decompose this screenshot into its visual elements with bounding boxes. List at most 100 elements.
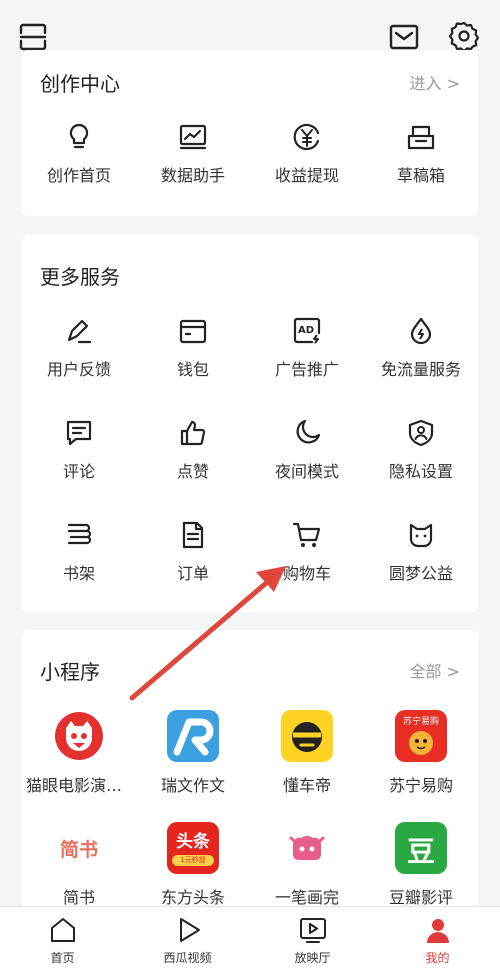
pen-icon [67,319,92,344]
data-assistant-button[interactable]: 数据助手 [136,122,250,186]
drafts-label: 草稿箱 [396,166,445,185]
tab-home[interactable]: 首页 [0,907,125,977]
orders-button[interactable]: 订单 [136,520,250,584]
yuan-icon [293,123,320,151]
suning-logo-icon: 苏宁易购 [395,710,447,762]
dongchedi-logo-icon [281,710,333,762]
scan-icon[interactable] [18,22,48,52]
more-services-card: 更多服务 用户反馈 钱包 AD 广告推广 免流量服务 评论 点赞 夜间模式 隐私… [22,234,478,612]
comments-label: 评论 [62,462,95,481]
creator-home-button[interactable]: 创作首页 [22,122,136,186]
charity-button[interactable]: 圆梦公益 [364,520,478,584]
dongchedi-label: 懂车帝 [282,776,331,795]
dongchedi-app[interactable]: 懂车帝 [250,710,364,796]
creator-center-card: 创作中心 进入 > 创作首页 数据助手 收益提现 草稿箱 [22,50,478,216]
moon-icon [296,419,321,444]
gear-icon[interactable] [448,20,480,52]
shopping-cart-button[interactable]: 购物车 [250,520,364,584]
creator-home-label: 创作首页 [46,166,111,185]
likes-button[interactable]: 点赞 [136,418,250,482]
douban-tile-text: 豆 [406,835,435,868]
wallet-label: 钱包 [176,360,209,379]
tab-mine-label: 我的 [425,951,450,965]
privacy-settings-label: 隐私设置 [388,462,453,481]
tab-home-label: 首页 [50,951,75,965]
tab-mine[interactable]: 我的 [375,907,500,977]
svg-text:AD: AD [298,325,314,336]
data-assistant-label: 数据助手 [160,166,225,185]
book-icon [67,523,92,545]
cat-icon [409,523,433,548]
shopping-cart-label: 购物车 [282,564,331,583]
free-data-service-label: 免流量服务 [380,360,461,379]
earnings-withdraw-label: 收益提现 [274,166,339,185]
orders-label: 订单 [176,564,209,583]
douban-label: 豆瓣影评 [388,888,453,907]
jianshu-app[interactable]: 简书 简书 [22,822,136,908]
tab-xigua-video[interactable]: 西瓜视频 [125,907,250,977]
yibihuawan-logo-icon [281,822,333,874]
drafts-button[interactable]: 草稿箱 [364,122,478,186]
charity-label: 圆梦公益 [388,564,453,583]
jianshu-logo-icon: 简书 [53,822,105,874]
yibihuawan-label: 一笔画完 [274,888,339,907]
dongfang-tile-text: 头条 [176,832,210,852]
mini-programs-card: 小程序 全部 > 猫眼电影演出赛事 瑞文作文 懂车帝 苏宁易购 苏宁易购 简书 … [22,630,478,908]
dongfang-logo-icon: 头条 1元秒提 [167,822,219,874]
wallet-button[interactable]: 钱包 [136,316,250,380]
suning-app[interactable]: 苏宁易购 苏宁易购 [364,710,478,796]
user-icon [426,919,449,943]
home-icon [50,918,75,942]
mail-icon[interactable] [389,22,419,52]
maoyan-logo-icon [53,710,105,762]
tab-xigua-video-label: 西瓜视频 [163,951,212,965]
mini-programs-all-link[interactable]: 全部 > [410,658,461,682]
user-feedback-button[interactable]: 用户反馈 [22,316,136,380]
mini-programs-title: 小程序 [40,660,100,684]
maoyan-app[interactable]: 猫眼电影演出赛事 [22,710,136,796]
suning-label: 苏宁易购 [388,776,453,795]
free-data-service-button[interactable]: 免流量服务 [364,316,478,380]
ad-promotion-button[interactable]: AD 广告推广 [250,316,364,380]
thumb-icon [180,420,206,446]
drafts-icon [407,125,435,150]
night-mode-label: 夜间模式 [274,462,339,481]
chart-icon [179,124,207,150]
bookshelf-label: 书架 [62,564,95,583]
bookshelf-button[interactable]: 书架 [22,520,136,584]
user-feedback-label: 用户反馈 [46,360,111,379]
tab-cinema-label: 放映厅 [294,951,331,965]
douban-logo-icon: 豆 [395,822,447,874]
creator-center-title: 创作中心 [40,72,120,96]
tab-cinema[interactable]: 放映厅 [250,907,375,977]
night-mode-button[interactable]: 夜间模式 [250,418,364,482]
dongfang-toutiao-label: 东方头条 [160,888,225,907]
creator-enter-link[interactable]: 进入 > [410,70,461,94]
likes-label: 点赞 [176,462,209,481]
comment-icon [66,420,92,446]
shield-icon [408,419,434,447]
cart-icon [292,522,321,547]
dongfang-tile-sub: 1元秒提 [172,855,214,866]
order-icon [182,521,204,549]
drop-icon [410,317,432,345]
bulb-icon [69,123,89,149]
ruiwen-app[interactable]: 瑞文作文 [136,710,250,796]
wallet-icon [179,319,207,344]
earnings-withdraw-button[interactable]: 收益提现 [250,122,364,186]
douban-app[interactable]: 豆 豆瓣影评 [364,822,478,908]
privacy-settings-button[interactable]: 隐私设置 [364,418,478,482]
ad-promotion-label: 广告推广 [274,360,339,379]
jianshu-label: 简书 [62,888,95,907]
ad-icon: AD [293,317,321,344]
jianshu-tile-text: 简书 [59,839,98,861]
ruiwen-logo-icon [167,710,219,762]
more-services-title: 更多服务 [40,265,120,289]
yibihuawan-app[interactable]: 一笔画完 [250,822,364,908]
tv-icon [299,918,326,943]
maoyan-label: 猫眼电影演出赛事 [26,776,136,795]
dongfang-toutiao-app[interactable]: 头条 1元秒提 东方头条 [136,822,250,908]
comments-button[interactable]: 评论 [22,418,136,482]
play-icon [179,918,200,942]
ruiwen-label: 瑞文作文 [160,776,225,795]
